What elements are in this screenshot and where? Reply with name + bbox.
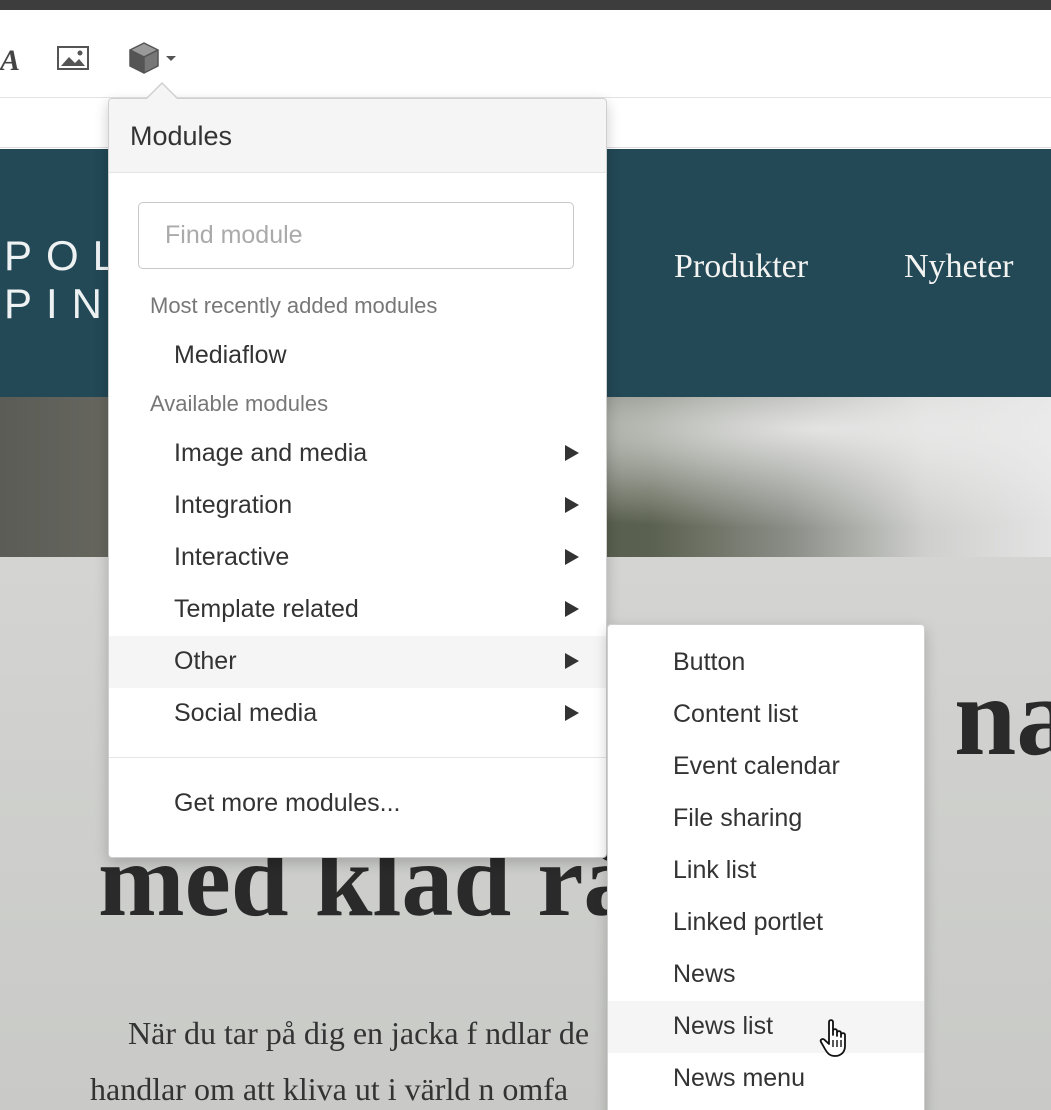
caret-down-icon[interactable]: [166, 56, 176, 61]
window-top-bar: [0, 0, 1051, 10]
module-file-sharing[interactable]: File sharing: [608, 793, 924, 845]
text-style-icon[interactable]: A: [0, 46, 20, 76]
category-label: Image and media: [174, 439, 368, 467]
module-event-calendar[interactable]: Event calendar: [608, 741, 924, 793]
get-more-modules-link[interactable]: Get more modules...: [109, 778, 606, 830]
module-item-mediaflow[interactable]: Mediaflow: [109, 330, 606, 382]
submenu-item-label: Linked portlet: [673, 908, 824, 936]
modules-dropdown-header: Modules: [109, 99, 606, 173]
submenu-arrow-icon: [565, 549, 579, 565]
category-label: Social media: [174, 699, 318, 727]
submenu-item-label: News menu: [673, 1064, 805, 1092]
module-news-menu[interactable]: News menu: [608, 1053, 924, 1105]
modules-title: Modules: [130, 121, 233, 151]
category-interactive[interactable]: Interactive: [109, 532, 606, 584]
module-linked-portlet[interactable]: Linked portlet: [608, 897, 924, 949]
category-template-related[interactable]: Template related: [109, 584, 606, 636]
module-item-label: Mediaflow: [174, 341, 287, 369]
module-button[interactable]: Button: [608, 637, 924, 689]
category-label: Interactive: [174, 543, 290, 571]
get-more-modules-label: Get more modules...: [174, 789, 401, 817]
module-content-list[interactable]: Content list: [608, 689, 924, 741]
submenu-arrow-icon: [565, 705, 579, 721]
category-social-media[interactable]: Social media: [109, 688, 606, 740]
nav-item-nyheter[interactable]: Nyheter: [904, 248, 1014, 286]
other-submenu: Button Content list Event calendar File …: [607, 624, 925, 1110]
module-news[interactable]: News: [608, 949, 924, 1001]
body-text-line-1: När du tar på dig en jacka f ndlar de: [128, 1015, 590, 1051]
find-module-input[interactable]: [138, 202, 574, 269]
submenu-arrow-icon: [565, 601, 579, 617]
body-text-line-2: handlar om att kliva ut i värld n omfa: [90, 1071, 569, 1107]
category-integration[interactable]: Integration: [109, 480, 606, 532]
category-label: Other: [174, 647, 237, 675]
dropdown-arrow: [146, 82, 178, 99]
nav-item-produkter[interactable]: Produkter: [674, 248, 808, 286]
submenu-arrow-icon: [565, 445, 579, 461]
hand-pointer-icon: [819, 1019, 846, 1057]
module-link-list[interactable]: Link list: [608, 845, 924, 897]
menu-divider: [109, 757, 606, 758]
headline-line-1: na: [954, 655, 1051, 779]
image-icon[interactable]: [56, 44, 90, 72]
submenu-item-label: Event calendar: [673, 752, 840, 780]
category-other[interactable]: Other: [109, 636, 606, 688]
recent-modules-label: Most recently added modules: [150, 293, 438, 318]
category-label: Template related: [174, 595, 359, 623]
submenu-item-label: News list: [673, 1012, 774, 1040]
modules-dropdown: Modules Most recently added modules Medi…: [108, 98, 607, 858]
category-label: Integration: [174, 491, 293, 519]
category-image-and-media[interactable]: Image and media: [109, 428, 606, 480]
submenu-arrow-icon: [565, 497, 579, 513]
available-modules-label: Available modules: [150, 391, 329, 416]
module-cube-icon[interactable]: [126, 40, 162, 76]
submenu-item-label: File sharing: [673, 804, 803, 832]
submenu-arrow-icon: [565, 653, 579, 669]
submenu-item-label: Content list: [673, 700, 799, 728]
submenu-item-label: Link list: [673, 856, 757, 884]
submenu-item-label: News: [673, 960, 736, 988]
module-news-list[interactable]: News list: [608, 1001, 924, 1053]
submenu-item-label: Button: [673, 648, 746, 676]
